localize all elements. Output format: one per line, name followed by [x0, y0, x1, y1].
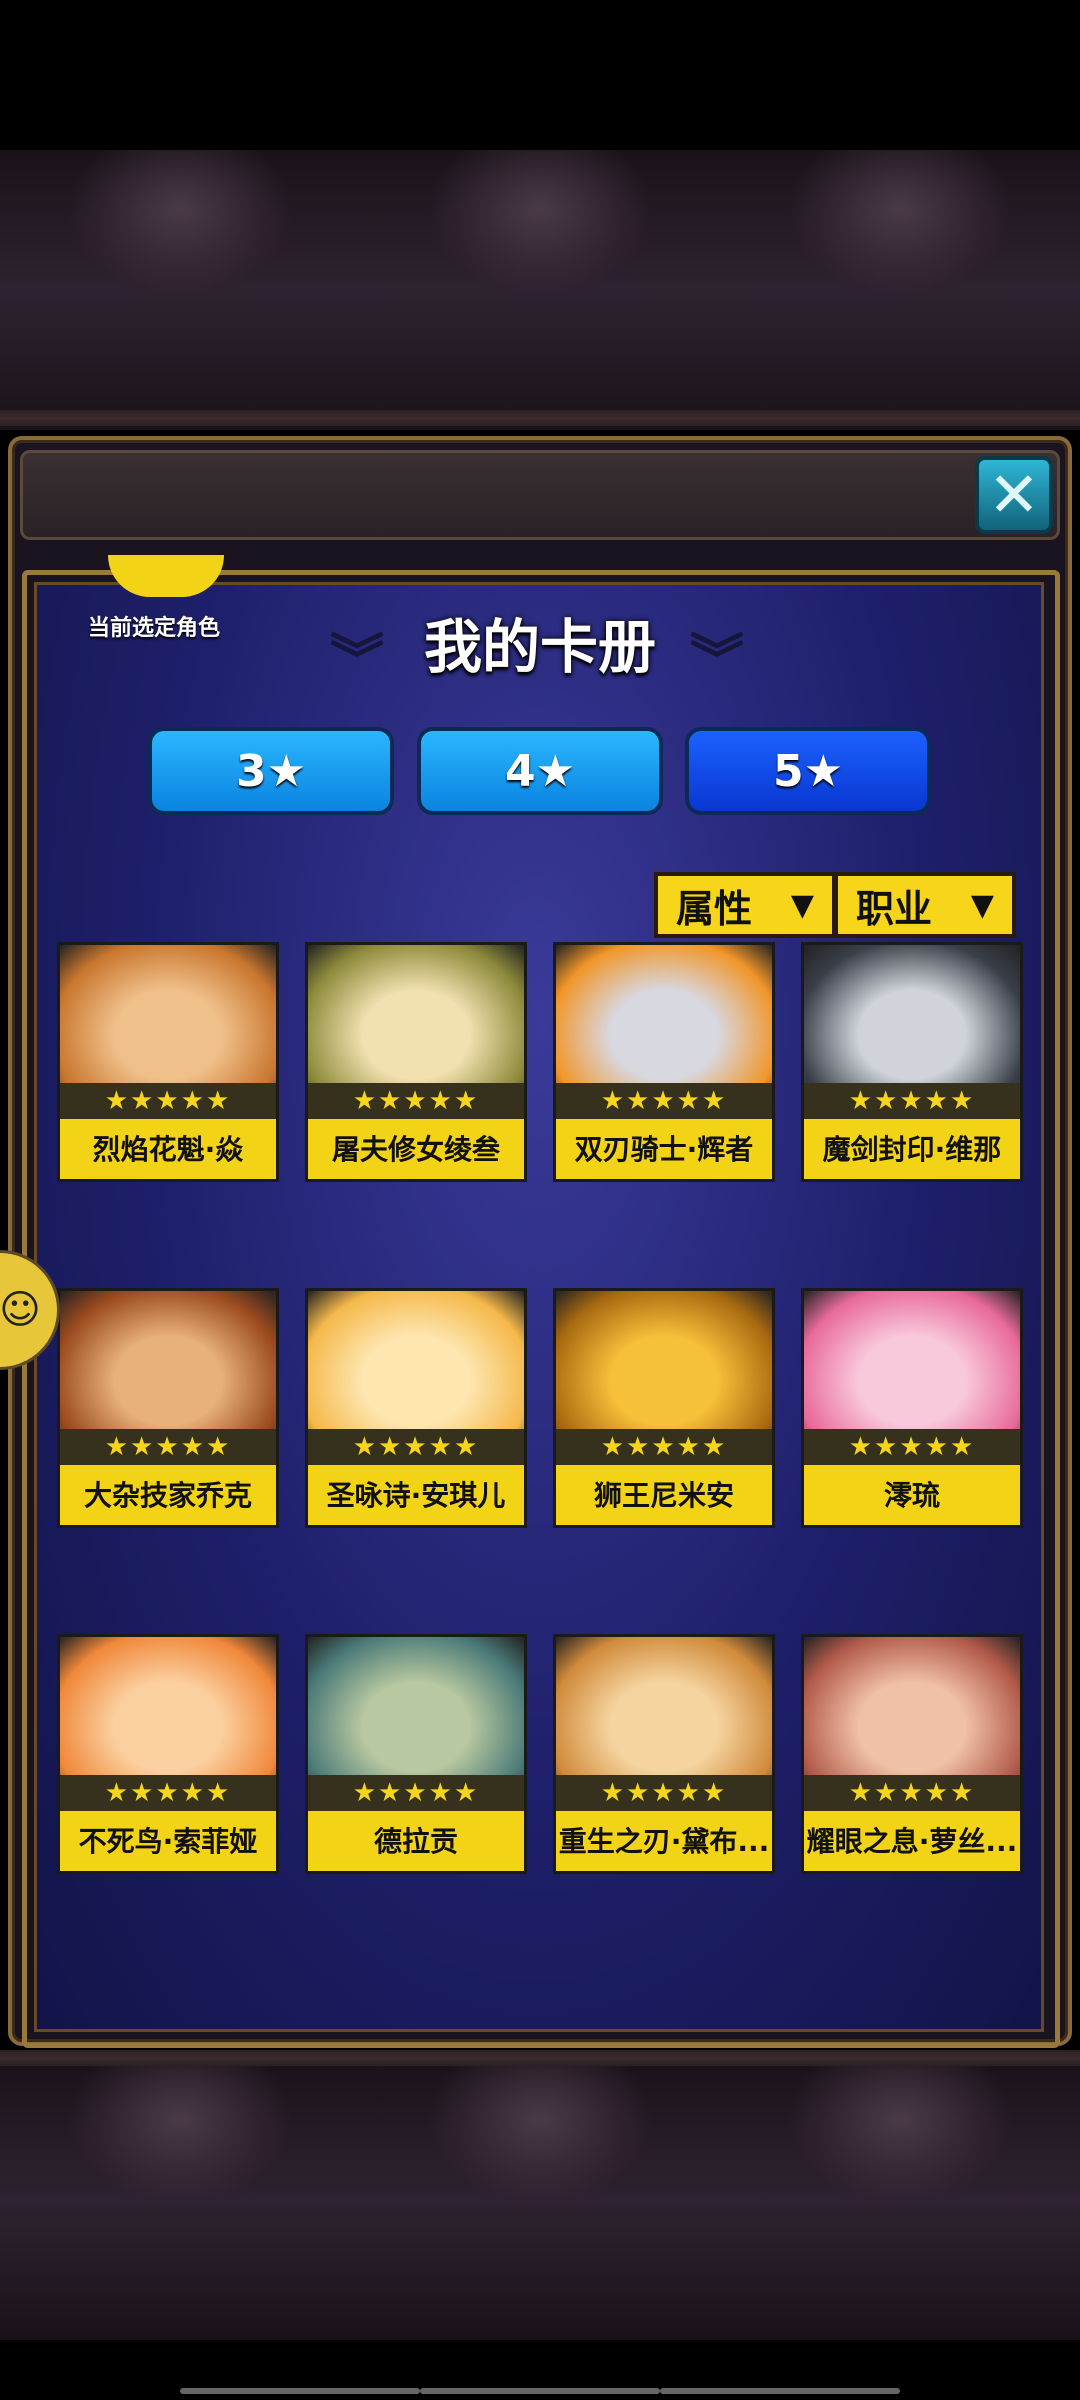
- chevron-down-icon: ▼: [970, 887, 994, 923]
- character-name: 大杂技家乔克: [83, 1479, 252, 1512]
- nav-indicator-left: [180, 2388, 420, 2394]
- background-top-ornament: [0, 150, 1080, 430]
- character-portrait: [60, 945, 276, 1083]
- character-card[interactable]: ★★★★★ 重生之刃·黛布...: [553, 1634, 775, 1874]
- character-card[interactable]: ★★★★★ 圣咏诗·安琪儿: [305, 1288, 527, 1528]
- star-rating: ★★★★★: [804, 1429, 1020, 1465]
- character-name: 双刃骑士·辉者: [574, 1133, 754, 1166]
- character-name: 德拉贡: [373, 1825, 458, 1858]
- character-card[interactable]: ★★★★★ 大杂技家乔克: [57, 1288, 279, 1528]
- tab-4-star[interactable]: 4★: [417, 727, 663, 815]
- character-name: 圣咏诗·安琪儿: [326, 1479, 506, 1512]
- character-name: 烈焰花魁·焱: [92, 1133, 244, 1166]
- ornament-divider-top: [0, 410, 1080, 426]
- character-card[interactable]: ★★★★★ 双刃骑士·辉者: [553, 942, 775, 1182]
- attribute-filter-dropdown[interactable]: 属性 ▼: [654, 872, 836, 938]
- character-portrait: [804, 1291, 1020, 1429]
- right-wing-icon: ︾: [690, 628, 744, 691]
- chevron-down-icon: ▼: [790, 887, 814, 923]
- star-rating: ★★★★★: [556, 1775, 772, 1811]
- character-name: 耀眼之息·萝丝...: [806, 1825, 1018, 1858]
- character-portrait: [308, 1637, 524, 1775]
- tab-3-star[interactable]: 3★: [148, 727, 394, 815]
- character-name: 不死鸟·索菲娅: [78, 1825, 258, 1858]
- star-rating: ★★★★★: [308, 1429, 524, 1465]
- page-title: 我的卡册: [423, 613, 656, 681]
- character-card[interactable]: ★★★★★ 烈焰花魁·焱: [57, 942, 279, 1182]
- attribute-filter-label: 属性: [676, 886, 753, 931]
- character-name: 狮王尼米安: [593, 1479, 734, 1512]
- character-card[interactable]: ★★★★★ 狮王尼米安: [553, 1288, 775, 1528]
- selected-role-label: 当前选定角色: [88, 616, 221, 641]
- character-card[interactable]: ★★★★★ 屠夫修女绫叁: [305, 942, 527, 1182]
- background-bottom-ornament: [0, 2060, 1080, 2340]
- star-rating: ★★★★★: [60, 1083, 276, 1119]
- star-rating: ★★★★★: [804, 1083, 1020, 1119]
- character-portrait: [60, 1637, 276, 1775]
- character-name: 魔剑封印·维那: [822, 1133, 1002, 1166]
- character-card[interactable]: ★★★★★ 德拉贡: [305, 1634, 527, 1874]
- character-portrait: [804, 945, 1020, 1083]
- character-card[interactable]: ★★★★★ 魔剑封印·维那: [801, 942, 1023, 1182]
- character-portrait: [556, 945, 772, 1083]
- character-portrait: [556, 1637, 772, 1775]
- star-rating: ★★★★★: [308, 1775, 524, 1811]
- nav-indicator-right: [660, 2388, 900, 2394]
- character-card[interactable]: ★★★★★ 不死鸟·索菲娅: [57, 1634, 279, 1874]
- star-rating: ★★★★★: [556, 1429, 772, 1465]
- star-rating: ★★★★★: [60, 1775, 276, 1811]
- character-card[interactable]: ★★★★★ 澪琉: [801, 1288, 1023, 1528]
- character-name: 澪琉: [883, 1479, 940, 1512]
- star-rating: ★★★★★: [804, 1775, 1020, 1811]
- dialog-title-bar: [20, 450, 1060, 540]
- close-button[interactable]: ✕: [975, 456, 1053, 534]
- character-portrait: [308, 1291, 524, 1429]
- star-rating: ★★★★★: [60, 1429, 276, 1465]
- character-name: 屠夫修女绫叁: [331, 1133, 500, 1166]
- character-portrait: [804, 1637, 1020, 1775]
- character-name: 重生之刃·黛布...: [558, 1825, 770, 1858]
- job-filter-dropdown[interactable]: 职业 ▼: [834, 872, 1016, 938]
- star-rating: ★★★★★: [308, 1083, 524, 1119]
- ornament-divider-bottom: [0, 2050, 1080, 2066]
- face-icon: ☺: [0, 1287, 41, 1333]
- status-bar-area: [0, 0, 1080, 150]
- close-icon: ✕: [988, 458, 1040, 531]
- job-filter-label: 职业: [856, 886, 933, 931]
- tab-5-star[interactable]: 5★: [685, 727, 931, 815]
- star-rating: ★★★★★: [556, 1083, 772, 1119]
- nav-indicator-mid: [420, 2388, 660, 2394]
- character-card[interactable]: ★★★★★ 耀眼之息·萝丝...: [801, 1634, 1023, 1874]
- character-portrait: [308, 945, 524, 1083]
- character-portrait: [556, 1291, 772, 1429]
- character-portrait: [60, 1291, 276, 1429]
